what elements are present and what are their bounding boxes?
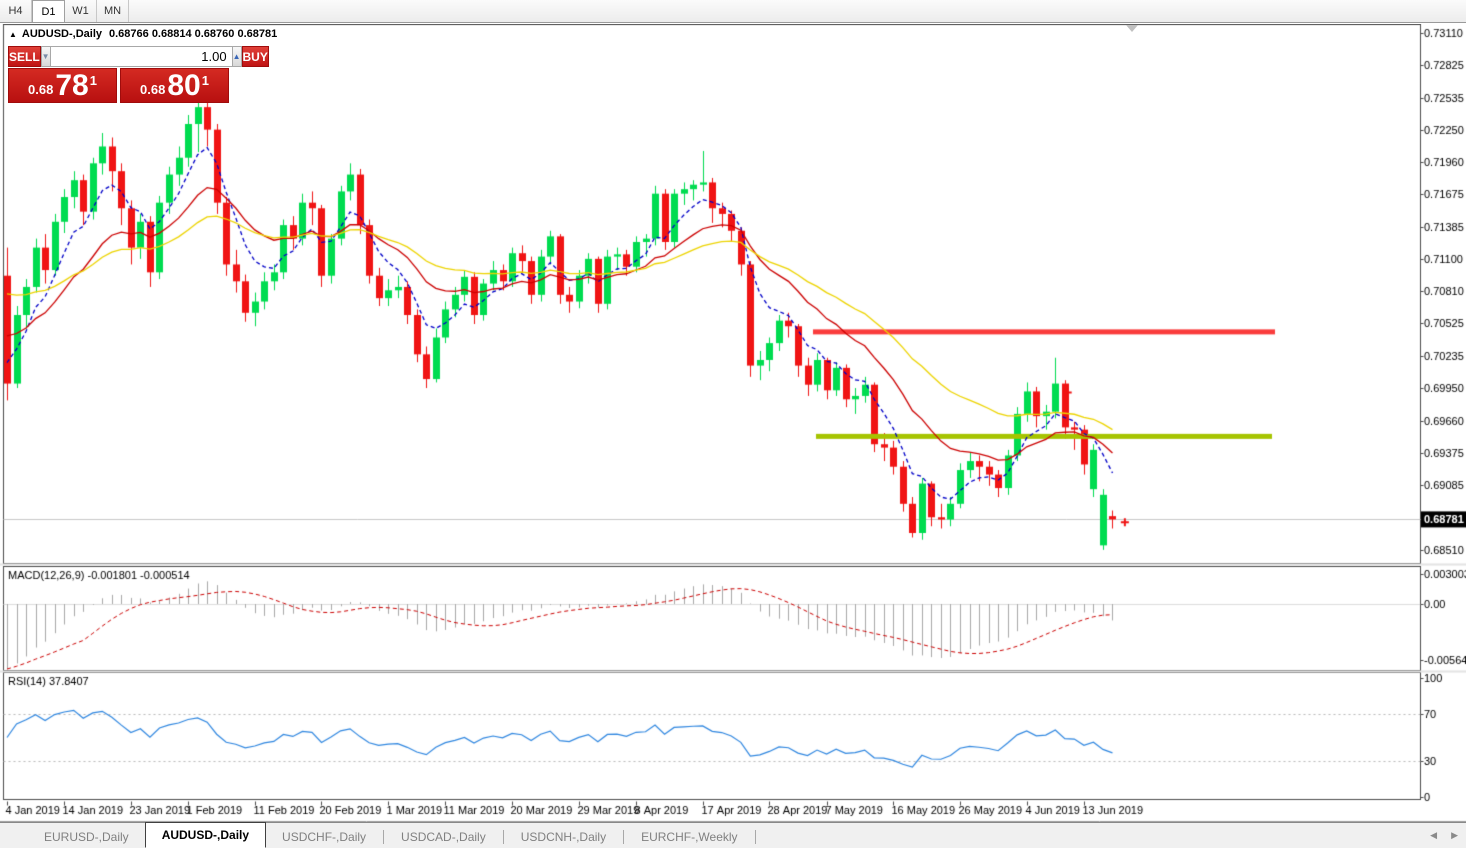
tab-separator — [503, 830, 504, 844]
sell-button[interactable]: SELL — [8, 46, 41, 67]
timeframe-tab-h4[interactable]: H4 — [0, 0, 32, 22]
tab-scroll-right-icon[interactable]: ▶ — [1451, 830, 1458, 841]
buy-price-point: 1 — [202, 73, 209, 88]
chart-symbol-label: AUDUSD-,Daily — [22, 28, 102, 40]
price-chart-canvas[interactable] — [0, 24, 1466, 822]
buy-price-button[interactable]: 0.68 80 1 — [120, 68, 229, 103]
collapse-triangle-icon[interactable]: ▲ — [9, 30, 17, 39]
volume-decrease-button[interactable]: ▼ — [41, 46, 51, 67]
sell-price-button[interactable]: 0.68 78 1 — [8, 68, 117, 103]
timeframe-tab-mn[interactable]: MN — [97, 0, 129, 22]
chart-tab-eurusd[interactable]: EURUSD-,Daily — [28, 827, 145, 847]
chart-tab-audusd[interactable]: AUDUSD-,Daily — [145, 822, 266, 848]
buy-button[interactable]: BUY — [242, 46, 269, 67]
volume-increase-button[interactable]: ▲ — [232, 46, 242, 67]
tab-scroll-left-icon[interactable]: ◀ — [1430, 830, 1437, 841]
tab-separator — [755, 830, 756, 844]
one-click-trading-panel: SELL ▼ ▲ BUY 0.68 78 1 0.68 80 1 — [8, 46, 229, 103]
sell-price-prefix: 0.68 — [28, 82, 53, 97]
chart-tab-bar: EURUSD-,Daily AUDUSD-,Daily USDCHF-,Dail… — [0, 822, 1466, 848]
chart-dropdown-arrow-icon[interactable] — [1126, 25, 1138, 32]
tab-separator — [383, 830, 384, 844]
buy-price-pips: 80 — [167, 72, 200, 100]
chart-ohlc-values: 0.68766 0.68814 0.68760 0.68781 — [109, 28, 277, 40]
tab-separator — [623, 830, 624, 844]
chart-tab-eurchf[interactable]: EURCHF-,Weekly — [625, 827, 753, 847]
timeframe-tab-w1[interactable]: W1 — [65, 0, 97, 22]
sell-price-point: 1 — [90, 73, 97, 88]
chart-tab-usdcad[interactable]: USDCAD-,Daily — [385, 827, 502, 847]
timeframe-toolbar: H4 D1 W1 MN — [0, 0, 1466, 23]
volume-input[interactable] — [51, 46, 232, 67]
chart-title: ▲ AUDUSD-,Daily 0.68766 0.68814 0.68760 … — [9, 28, 277, 40]
timeframe-tab-d1[interactable]: D1 — [32, 0, 65, 22]
buy-price-prefix: 0.68 — [140, 82, 165, 97]
chart-tab-usdchf[interactable]: USDCHF-,Daily — [266, 827, 382, 847]
chart-tab-usdcnh[interactable]: USDCNH-,Daily — [505, 827, 622, 847]
mt4-chart-window: H4 D1 W1 MN ▲ AUDUSD-,Daily 0.68766 0.68… — [0, 0, 1466, 848]
sell-price-pips: 78 — [55, 72, 88, 100]
